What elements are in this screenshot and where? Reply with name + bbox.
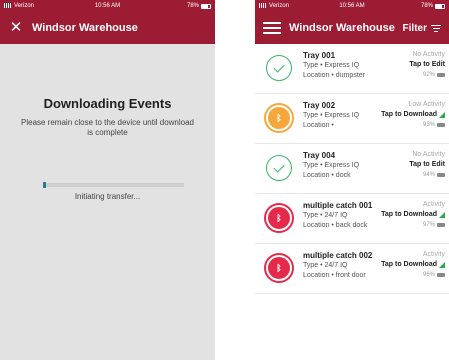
page-title: Windsor Warehouse [32,22,138,34]
action-label: Tap to Edit [409,161,445,168]
signal-icon [439,111,445,118]
activity-label: No Activity [412,151,445,158]
clock: 10:56 AM [339,3,365,9]
device-list-screen: Verizon 10:56 AM 78% Windsor Warehouse F… [255,0,449,360]
app-header: Verizon 10:56 AM 78% Windsor Warehouse F… [255,0,449,44]
device-action[interactable]: Tap to Download [381,111,445,118]
device-name: Tray 004 [303,151,336,160]
device-battery-percent: 93% [422,122,435,128]
progress-start-marker [43,182,46,188]
device-row[interactable]: ᛒ multiple catch 001 Type • 24/7 IQ Loca… [255,194,449,244]
filter-label: Filter [402,22,427,34]
device-name: Tray 002 [303,101,336,110]
clock: 10:56 AM [94,3,121,9]
device-action[interactable]: Tap to Download [381,211,445,218]
device-action[interactable]: Tap to Download [381,261,445,268]
device-name: Tray 001 [303,51,336,60]
device-location: Location • dumpster [303,72,365,79]
device-row[interactable]: Tray 004 Type • Express IQ Location • do… [255,144,449,194]
progress-status: Initiating transfer... [74,192,141,201]
checkmark-circle-icon [266,155,292,181]
battery-icon [437,273,445,277]
device-location: Location • dock [303,172,351,179]
device-battery: 92% [423,72,445,78]
device-battery-percent: 96% [422,272,435,278]
app-header: Verizon 10:56 AM 78% ✕ Windsor Warehouse [0,0,215,44]
device-battery: 93% [423,122,445,128]
filter-button[interactable]: Filter [403,12,441,44]
device-location: Location • [303,122,334,129]
battery-percent: 78% [186,3,199,9]
page-title: Windsor Warehouse [289,22,395,34]
device-action[interactable]: Tap to Edit [409,161,445,168]
action-label: Tap to Download [381,111,437,118]
device-battery: 97% [423,222,445,228]
status-bar: Verizon 10:56 AM 78% [255,0,449,12]
device-row[interactable]: ᛒ Tray 002 Type • Express IQ Location • … [255,94,449,144]
battery-icon [437,73,445,77]
action-label: Tap to Edit [409,61,445,68]
action-label: Tap to Download [381,261,437,268]
battery-icon [437,223,445,227]
device-battery: 96% [423,272,445,278]
device-type: Type • Express IQ [303,62,360,69]
device-row[interactable]: ᛒ multiple catch 002 Type • 24/7 IQ Loca… [255,244,449,294]
activity-label: No Activity [412,51,445,58]
battery-icon [435,3,445,9]
device-type: Type • Express IQ [303,162,360,169]
device-type: Type • 24/7 IQ [303,212,348,219]
device-battery-percent: 97% [422,222,435,228]
hamburger-icon[interactable] [263,19,281,37]
bluetooth-icon: ᛒ [266,205,292,231]
signal-icon [439,211,445,218]
device-battery-percent: 92% [422,72,435,78]
device-action[interactable]: Tap to Edit [409,61,445,68]
download-subtitle: Please remain close to the device until … [21,118,194,137]
battery-icon [437,173,445,177]
bluetooth-icon: ᛒ [266,255,292,281]
battery-percent: 78% [420,3,433,9]
device-battery-percent: 94% [422,172,435,178]
device-location: Location • front door [303,272,366,279]
download-screen: Verizon 10:56 AM 78% ✕ Windsor Warehouse… [0,0,215,360]
signal-icon [439,261,445,268]
activity-label: Activity [422,201,445,208]
close-icon[interactable]: ✕ [0,12,32,44]
device-row[interactable]: Tray 001 Type • Express IQ Location • du… [255,44,449,94]
battery-icon [201,3,211,9]
download-title: Downloading Events [43,96,172,111]
status-bar: Verizon 10:56 AM 78% [0,0,215,12]
filter-icon [431,23,441,34]
checkmark-circle-icon [266,55,292,81]
activity-label: Activity [422,251,445,258]
device-type: Type • Express IQ [303,112,360,119]
device-location: Location • back dock [303,222,368,229]
device-name: multiple catch 002 [303,251,373,260]
device-battery: 94% [423,172,445,178]
device-name: multiple catch 001 [303,201,373,210]
activity-label: Low Activity [408,101,445,108]
device-type: Type • 24/7 IQ [303,262,348,269]
battery-icon [437,123,445,127]
action-label: Tap to Download [381,211,437,218]
progress-bar [43,182,184,188]
bluetooth-icon: ᛒ [266,105,292,131]
